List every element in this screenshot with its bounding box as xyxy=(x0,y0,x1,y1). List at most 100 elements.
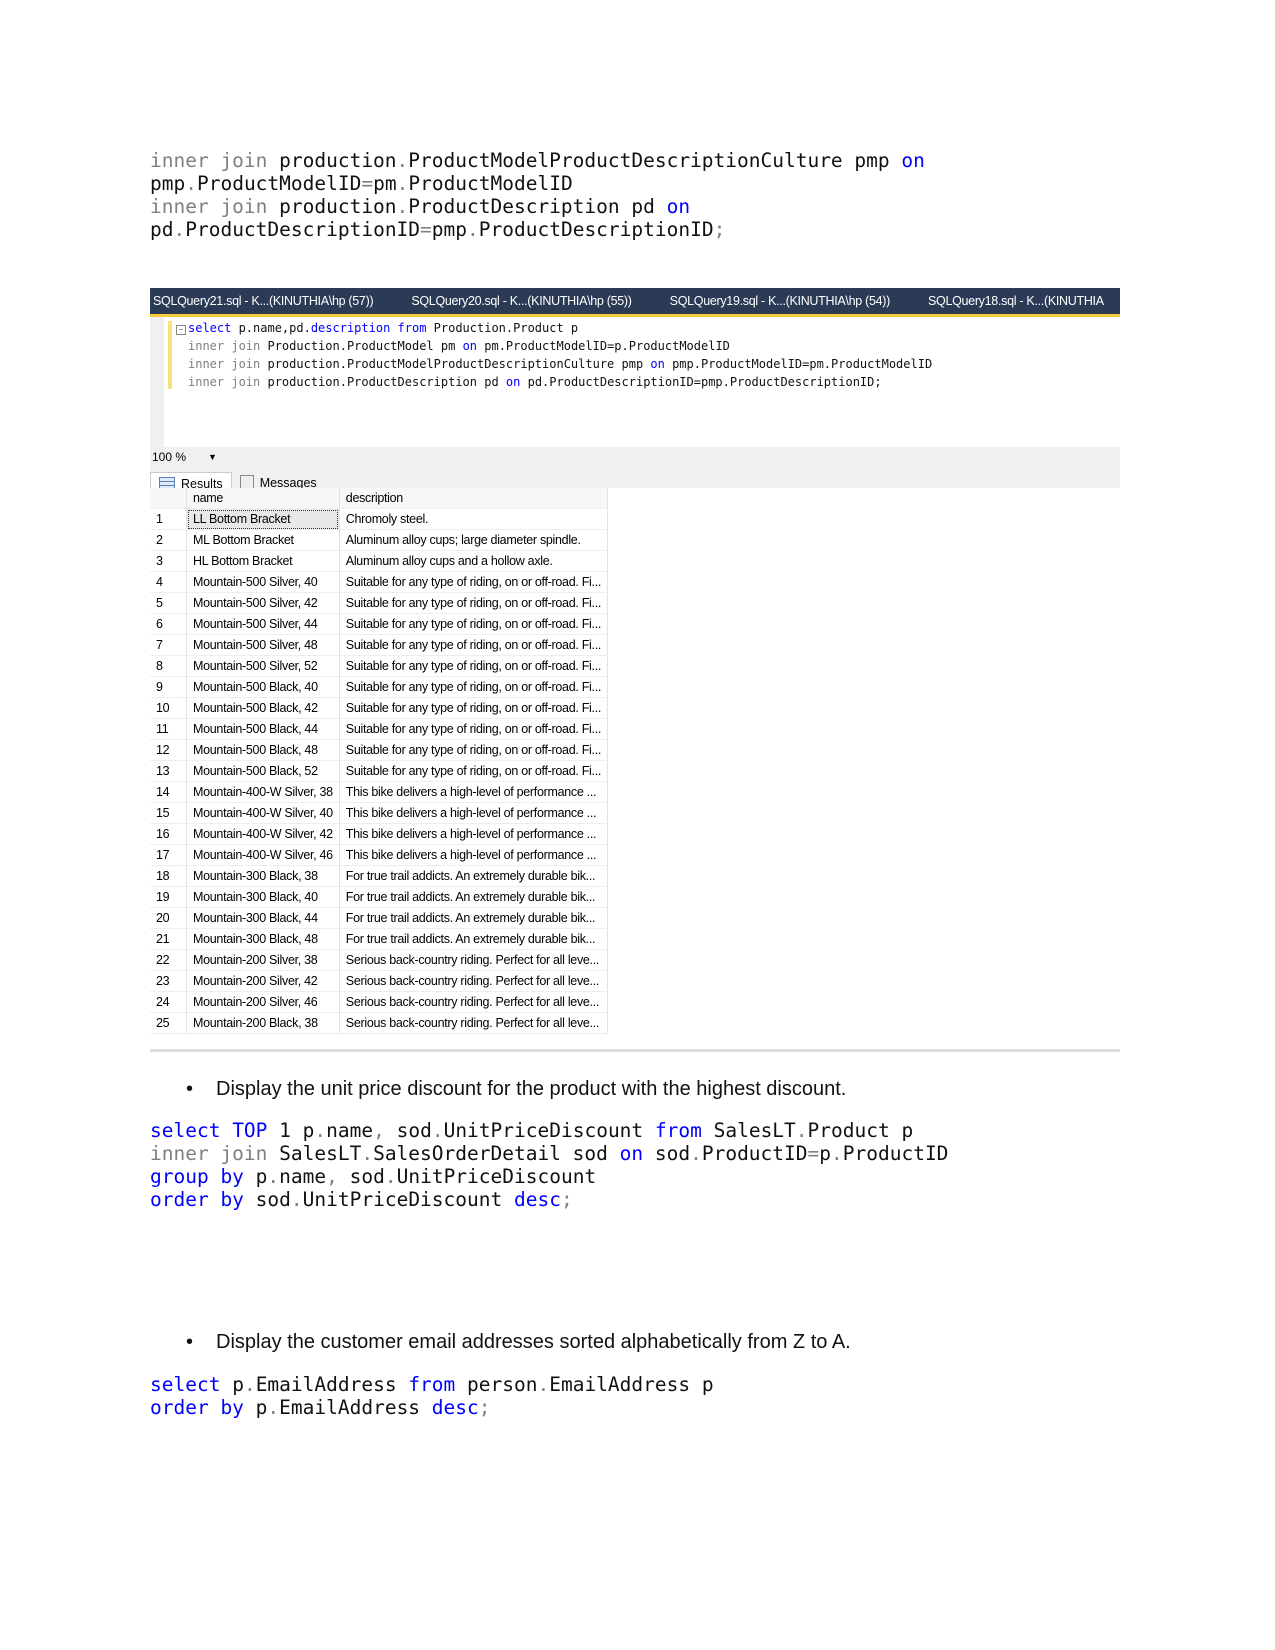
row-number[interactable]: 3 xyxy=(150,550,187,572)
cell-description[interactable]: Suitable for any type of riding, on or o… xyxy=(339,613,609,635)
cell-description[interactable]: Serious back-country riding. Perfect for… xyxy=(339,991,609,1013)
row-number[interactable]: 1 xyxy=(150,508,187,530)
row-number[interactable]: 11 xyxy=(150,718,187,740)
cell-description[interactable]: This bike delivers a high-level of perfo… xyxy=(339,781,609,803)
row-number[interactable]: 6 xyxy=(150,613,187,635)
cell-description[interactable]: Suitable for any type of riding, on or o… xyxy=(339,718,609,740)
table-row[interactable]: 24 Mountain-200 Silver, 46 Serious back-co… xyxy=(150,991,609,1013)
cell-description[interactable]: Suitable for any type of riding, on or o… xyxy=(339,634,609,656)
query-tab[interactable]: SQLQuery19.sql - K...(KINUTHIA\hp (54)) xyxy=(667,294,893,308)
grid-scrollbar[interactable] xyxy=(150,1049,1120,1052)
zoom-selector[interactable]: 100 % ▼ xyxy=(150,447,1120,467)
cell-description[interactable]: Chromoly steel. xyxy=(339,508,609,530)
cell-name[interactable]: Mountain-300 Black, 44 xyxy=(186,907,340,929)
cell-name[interactable]: Mountain-400-W Silver, 40 xyxy=(186,802,340,824)
row-number[interactable]: 24 xyxy=(150,991,187,1013)
cell-name[interactable]: Mountain-400-W Silver, 38 xyxy=(186,781,340,803)
table-row[interactable]: 9 Mountain-500 Black, 40 Suitable for any … xyxy=(150,676,609,698)
cell-name[interactable]: ML Bottom Bracket xyxy=(186,529,340,551)
cell-name[interactable]: Mountain-500 Silver, 48 xyxy=(186,634,340,656)
cell-name[interactable]: Mountain-200 Silver, 42 xyxy=(186,970,340,992)
column-header-name[interactable]: name xyxy=(186,488,340,509)
cell-name[interactable]: Mountain-400-W Silver, 46 xyxy=(186,844,340,866)
table-row[interactable]: 7 Mountain-500 Silver, 48 Suitable for any… xyxy=(150,634,609,656)
table-row[interactable]: 13 Mountain-500 Black, 52 Suitable for any… xyxy=(150,760,609,782)
cell-name[interactable]: Mountain-200 Silver, 46 xyxy=(186,991,340,1013)
cell-name[interactable]: Mountain-500 Silver, 42 xyxy=(186,592,340,614)
row-number[interactable]: 21 xyxy=(150,928,187,950)
cell-name[interactable]: Mountain-500 Black, 44 xyxy=(186,718,340,740)
cell-description[interactable]: For true trail addicts. An extremely dur… xyxy=(339,928,609,950)
row-number[interactable]: 15 xyxy=(150,802,187,824)
cell-description[interactable]: Aluminum alloy cups and a hollow axle. xyxy=(339,550,609,572)
column-header-description[interactable]: description xyxy=(339,488,609,509)
cell-name[interactable]: Mountain-500 Silver, 52 xyxy=(186,655,340,677)
table-row[interactable]: 16 Mountain-400-W Silver, 42 This bike del… xyxy=(150,823,609,845)
cell-name[interactable]: Mountain-500 Silver, 40 xyxy=(186,571,340,593)
query-tab[interactable]: SQLQuery20.sql - K...(KINUTHIA\hp (55)) xyxy=(408,294,634,308)
cell-description[interactable]: Suitable for any type of riding, on or o… xyxy=(339,739,609,761)
table-row[interactable]: 10 Mountain-500 Black, 42 Suitable for any… xyxy=(150,697,609,719)
row-number[interactable]: 10 xyxy=(150,697,187,719)
table-row[interactable]: 5 Mountain-500 Silver, 42 Suitable for any… xyxy=(150,592,609,614)
cell-description[interactable]: Suitable for any type of riding, on or o… xyxy=(339,655,609,677)
row-number[interactable]: 5 xyxy=(150,592,187,614)
cell-description[interactable]: Suitable for any type of riding, on or o… xyxy=(339,760,609,782)
cell-name[interactable]: Mountain-400-W Silver, 42 xyxy=(186,823,340,845)
table-row[interactable]: 20 Mountain-300 Black, 44 For true trail a… xyxy=(150,907,609,929)
cell-description[interactable]: This bike delivers a high-level of perfo… xyxy=(339,802,609,824)
cell-name[interactable]: Mountain-200 Black, 38 xyxy=(186,1012,340,1034)
cell-name[interactable]: HL Bottom Bracket xyxy=(186,550,340,572)
table-row[interactable]: 23 Mountain-200 Silver, 42 Serious back-co… xyxy=(150,970,609,992)
table-row[interactable]: 22 Mountain-200 Silver, 38 Serious back-co… xyxy=(150,949,609,971)
dropdown-arrow-icon[interactable]: ▼ xyxy=(208,452,217,462)
table-row[interactable]: 1 LL Bottom Bracket Chromoly steel. xyxy=(150,508,609,530)
cell-description[interactable]: Suitable for any type of riding, on or o… xyxy=(339,676,609,698)
table-row[interactable]: 11 Mountain-500 Black, 44 Suitable for any… xyxy=(150,718,609,740)
table-row[interactable]: 17 Mountain-400-W Silver, 46 This bike del… xyxy=(150,844,609,866)
table-row[interactable]: 25 Mountain-200 Black, 38 Serious back-cou… xyxy=(150,1012,609,1034)
query-tab[interactable]: SQLQuery18.sql - K...(KINUTHIA xyxy=(925,294,1107,308)
cell-description[interactable]: This bike delivers a high-level of perfo… xyxy=(339,844,609,866)
row-number[interactable]: 12 xyxy=(150,739,187,761)
row-number[interactable]: 13 xyxy=(150,760,187,782)
table-row[interactable]: 2 ML Bottom Bracket Aluminum alloy cups; l… xyxy=(150,529,609,551)
row-number[interactable]: 14 xyxy=(150,781,187,803)
row-number[interactable]: 20 xyxy=(150,907,187,929)
row-number[interactable]: 22 xyxy=(150,949,187,971)
row-number[interactable]: 4 xyxy=(150,571,187,593)
cell-description[interactable]: Suitable for any type of riding, on or o… xyxy=(339,571,609,593)
table-row[interactable]: 21 Mountain-300 Black, 48 For true trail a… xyxy=(150,928,609,950)
cell-description[interactable]: Suitable for any type of riding, on or o… xyxy=(339,592,609,614)
table-row[interactable]: 18 Mountain-300 Black, 38 For true trail a… xyxy=(150,865,609,887)
table-row[interactable]: 4 Mountain-500 Silver, 40 Suitable for any… xyxy=(150,571,609,593)
row-number[interactable]: 9 xyxy=(150,676,187,698)
cell-name[interactable]: Mountain-500 Black, 48 xyxy=(186,739,340,761)
cell-description[interactable]: Aluminum alloy cups; large diameter spin… xyxy=(339,529,609,551)
cell-name[interactable]: Mountain-300 Black, 40 xyxy=(186,886,340,908)
query-editor[interactable]: − select p.name,pd.description from Prod… xyxy=(150,317,1120,447)
row-number[interactable]: 16 xyxy=(150,823,187,845)
cell-name[interactable]: Mountain-500 Black, 52 xyxy=(186,760,340,782)
row-number[interactable]: 2 xyxy=(150,529,187,551)
cell-name[interactable]: Mountain-500 Black, 40 xyxy=(186,676,340,698)
row-number[interactable]: 18 xyxy=(150,865,187,887)
cell-description[interactable]: For true trail addicts. An extremely dur… xyxy=(339,886,609,908)
table-row[interactable]: 14 Mountain-400-W Silver, 38 This bike del… xyxy=(150,781,609,803)
cell-description[interactable]: Serious back-country riding. Perfect for… xyxy=(339,1012,609,1034)
cell-name[interactable]: Mountain-500 Black, 42 xyxy=(186,697,340,719)
cell-description[interactable]: For true trail addicts. An extremely dur… xyxy=(339,907,609,929)
collapse-icon[interactable]: − xyxy=(176,325,186,335)
cell-name[interactable]: LL Bottom Bracket xyxy=(186,508,340,530)
row-number[interactable]: 17 xyxy=(150,844,187,866)
table-row[interactable]: 8 Mountain-500 Silver, 52 Suitable for any… xyxy=(150,655,609,677)
cell-description[interactable]: This bike delivers a high-level of perfo… xyxy=(339,823,609,845)
table-row[interactable]: 6 Mountain-500 Silver, 44 Suitable for any… xyxy=(150,613,609,635)
row-number[interactable]: 25 xyxy=(150,1012,187,1034)
cell-description[interactable]: For true trail addicts. An extremely dur… xyxy=(339,865,609,887)
query-tab[interactable]: SQLQuery21.sql - K...(KINUTHIA\hp (57)) xyxy=(150,294,376,308)
row-number[interactable]: 7 xyxy=(150,634,187,656)
table-row[interactable]: 3 HL Bottom Bracket Aluminum alloy cups an… xyxy=(150,550,609,572)
cell-description[interactable]: Serious back-country riding. Perfect for… xyxy=(339,949,609,971)
cell-name[interactable]: Mountain-500 Silver, 44 xyxy=(186,613,340,635)
